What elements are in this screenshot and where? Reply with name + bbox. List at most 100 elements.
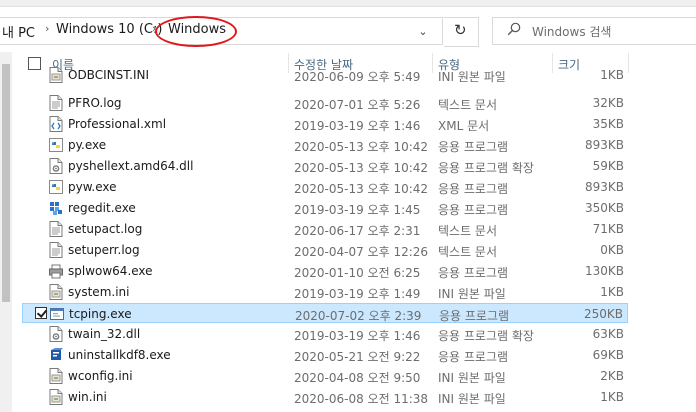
file-type: 응용 프로그램 — [439, 309, 510, 323]
file-size: 1KB — [600, 390, 624, 404]
file-name: uninstallkdf8.exe — [68, 348, 171, 362]
file-row[interactable]: regedit.exe 2019-03-19 오후 1:45 응용 프로그램 350K… — [22, 198, 628, 218]
file-date: 2020-05-13 오후 10:42 — [294, 182, 429, 196]
file-row[interactable]: wconfig.ini 2020-04-08 오전 9:50 INI 원본 파일 2K… — [22, 366, 628, 386]
file-row[interactable]: setupact.log 2020-06-17 오후 2:31 텍스트 문서 71KB — [22, 219, 628, 239]
file-size: 71KB — [592, 222, 624, 236]
file-size: 32KB — [592, 96, 624, 110]
file-name: Professional.xml — [68, 117, 167, 131]
file-row[interactable]: splwow64.exe 2020-01-10 오전 6:25 응용 프로그램 130… — [22, 261, 628, 281]
file-name: py.exe — [68, 138, 107, 152]
file-type: 응용 프로그램 — [438, 203, 509, 217]
file-size: 59KB — [592, 159, 624, 173]
file-date: 2019-03-19 오후 1:49 — [294, 287, 421, 301]
refresh-button[interactable]: ↻ — [444, 17, 479, 47]
column-divider[interactable] — [628, 53, 629, 73]
file-date: 2020-05-13 오후 10:42 — [294, 140, 429, 154]
uninstaller-icon — [49, 347, 63, 363]
vertical-scrollbar[interactable] — [0, 52, 12, 412]
file-size: 0KB — [600, 243, 624, 257]
text-file-icon — [49, 95, 63, 111]
file-type: INI 원본 파일 — [438, 70, 506, 84]
file-row[interactable]: pyw.exe 2020-05-13 오후 10:42 응용 프로그램 893KB — [22, 177, 628, 197]
file-name: tcping.exe — [69, 307, 132, 321]
python-icon — [49, 137, 63, 153]
text-file-icon — [49, 221, 63, 237]
text-file-icon — [49, 242, 63, 258]
search-box[interactable]: Windows 검색 — [492, 17, 696, 45]
file-date: 2019-03-19 오후 1:45 — [294, 203, 421, 217]
file-row[interactable]: setuperr.log 2020-04-07 오후 12:26 텍스트 문서 0KB — [22, 240, 628, 260]
breadcrumb-separator[interactable]: › — [152, 22, 156, 35]
file-type: 응용 프로그램 — [438, 182, 509, 196]
file-date: 2020-06-17 오후 2:31 — [294, 224, 421, 238]
file-date: 2020-06-09 오후 5:49 — [294, 70, 421, 84]
file-size: 893KB — [584, 180, 624, 194]
breadcrumb-windows[interactable]: Windows — [168, 22, 226, 37]
breadcrumb-separator[interactable]: › — [45, 22, 49, 35]
file-size: 1KB — [600, 285, 624, 299]
file-date: 2020-04-07 오후 12:26 — [294, 245, 429, 259]
dll-file-icon — [49, 158, 63, 174]
file-name: pyw.exe — [68, 180, 117, 194]
file-row[interactable]: uninstallkdf8.exe 2020-05-21 오전 9:22 응용 프로… — [22, 345, 628, 365]
refresh-icon: ↻ — [454, 21, 467, 39]
file-date: 2020-05-13 오후 10:42 — [294, 161, 429, 175]
file-type: 응용 프로그램 — [438, 266, 509, 280]
file-date: 2019-03-19 오후 1:46 — [294, 119, 421, 133]
file-type: 응용 프로그램 — [438, 350, 509, 364]
row-checkbox[interactable] — [35, 307, 47, 319]
file-date: 2020-06-08 오전 11:38 — [294, 392, 429, 406]
ini-file-icon — [49, 67, 63, 83]
file-size: 250KB — [583, 307, 623, 321]
file-size: 35KB — [592, 117, 624, 131]
file-type: 응용 프로그램 — [438, 140, 509, 154]
file-size: 130KB — [584, 264, 624, 278]
address-history-dropdown-icon[interactable]: ⌄ — [413, 25, 433, 39]
file-date: 2019-03-19 오후 1:46 — [294, 329, 421, 343]
file-name: setupact.log — [68, 222, 143, 236]
ini-file-icon — [49, 284, 63, 300]
application-icon — [50, 306, 64, 322]
file-date: 2020-07-01 오후 5:26 — [294, 98, 421, 112]
file-type: XML 문서 — [438, 119, 490, 133]
file-type: 응용 프로그램 확장 — [438, 329, 534, 343]
file-row[interactable]: twain_32.dll 2019-03-19 오후 1:46 응용 프로그램 확장… — [22, 324, 628, 344]
file-date: 2020-01-10 오전 6:25 — [294, 266, 421, 280]
breadcrumb-drive-c[interactable]: Windows 10 (C:) — [56, 22, 162, 37]
file-row[interactable]: pyshellext.amd64.dll 2020-05-13 오후 10:42 응… — [22, 156, 628, 176]
file-row[interactable]: ODBCINST.INI 2020-06-09 오후 5:49 INI 원본 파일 1… — [22, 65, 628, 85]
breadcrumb-this-pc[interactable]: 내 PC — [2, 22, 35, 41]
file-name: regedit.exe — [68, 201, 136, 215]
file-name: system.ini — [68, 285, 130, 299]
file-size: 1KB — [600, 68, 624, 82]
address-bar[interactable]: 내 PC › Windows 10 (C:) › Windows ⌄ — [0, 16, 443, 47]
registry-editor-icon — [49, 200, 63, 216]
search-input[interactable]: Windows 검색 — [532, 23, 611, 40]
file-row[interactable]: win.ini 2020-06-08 오전 11:38 INI 원본 파일 1KB — [22, 387, 628, 407]
address-bar-row: 내 PC › Windows 10 (C:) › Windows ⌄ ↻ Win… — [0, 11, 696, 49]
file-row[interactable]: py.exe 2020-05-13 오후 10:42 응용 프로그램 893KB — [22, 135, 628, 155]
file-type: 텍스트 문서 — [438, 245, 498, 259]
file-name: twain_32.dll — [68, 327, 141, 341]
file-name: wconfig.ini — [68, 369, 133, 383]
file-row[interactable]: tcping.exe 2020-07-02 오후 2:39 응용 프로그램 250KB — [22, 303, 628, 323]
ribbon-strip — [0, 0, 696, 7]
file-type: INI 원본 파일 — [438, 287, 506, 301]
python-icon — [49, 179, 63, 195]
file-name: ODBCINST.INI — [68, 68, 149, 82]
file-type: 텍스트 문서 — [438, 224, 498, 238]
file-type: INI 원본 파일 — [438, 392, 506, 406]
file-size: 69KB — [592, 348, 624, 362]
file-date: 2020-04-08 오전 9:50 — [294, 371, 421, 385]
scrollbar-thumb[interactable] — [2, 64, 10, 302]
file-size: 893KB — [584, 138, 624, 152]
file-type: 응용 프로그램 확장 — [438, 161, 534, 175]
file-row[interactable]: Professional.xml 2019-03-19 오후 1:46 XML 문서… — [22, 114, 628, 134]
ini-file-icon — [49, 389, 63, 405]
file-name: PFRO.log — [68, 96, 122, 110]
file-row[interactable]: system.ini 2019-03-19 오후 1:49 INI 원본 파일 1KB — [22, 282, 628, 302]
file-row[interactable]: PFRO.log 2020-07-01 오후 5:26 텍스트 문서 32KB — [22, 93, 628, 113]
ini-file-icon — [49, 368, 63, 384]
file-date: 2020-07-02 오후 2:39 — [295, 309, 422, 323]
